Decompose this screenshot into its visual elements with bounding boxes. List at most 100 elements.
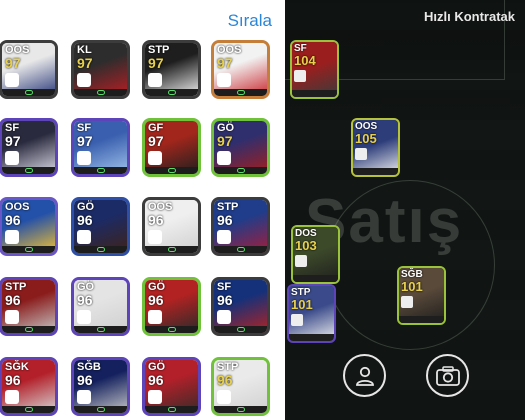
player-rating: 96 xyxy=(217,372,233,388)
player-card[interactable]: SĞK 96 xyxy=(0,357,58,416)
player-card[interactable]: STP 96 xyxy=(211,357,270,416)
player-card[interactable]: OOS 97 xyxy=(211,40,270,99)
player-card[interactable]: KL 97 xyxy=(71,40,130,99)
skill-indicator-icon xyxy=(167,327,176,332)
player-card[interactable]: OOS 96 xyxy=(0,197,58,256)
card-footer xyxy=(74,406,127,413)
club-badge-icon xyxy=(217,151,231,165)
club-badge-icon xyxy=(77,73,91,87)
quick-contract-button[interactable]: Hızlı Kontratak xyxy=(424,9,515,24)
club-badge-icon xyxy=(148,230,162,244)
card-footer xyxy=(214,89,267,96)
card-footer xyxy=(293,275,338,282)
player-rating: 97 xyxy=(5,133,21,149)
player-card[interactable]: OOS 97 xyxy=(0,40,58,99)
player-rating: 103 xyxy=(295,238,317,253)
player-card[interactable]: GÖ 96 xyxy=(142,277,201,336)
player-card[interactable]: SF 96 xyxy=(211,277,270,336)
card-footer xyxy=(74,167,127,174)
player-rating: 97 xyxy=(77,55,93,71)
player-rating: 96 xyxy=(5,212,21,228)
player-card[interactable]: STP 96 xyxy=(0,277,58,336)
field-player-card[interactable]: DOS 103 xyxy=(291,225,340,284)
club-badge-icon xyxy=(401,296,413,308)
card-footer xyxy=(145,89,198,96)
club-badge-icon xyxy=(5,151,19,165)
player-rating: 97 xyxy=(217,55,233,71)
sort-button[interactable]: Sırala xyxy=(228,11,272,31)
player-card[interactable]: GÖ 96 xyxy=(71,277,130,336)
card-footer xyxy=(214,326,267,333)
player-rating: 96 xyxy=(77,292,93,308)
skill-indicator-icon xyxy=(96,90,105,95)
card-footer xyxy=(353,168,398,175)
field-player-card[interactable]: SĞB 101 xyxy=(397,266,446,325)
card-footer xyxy=(2,246,55,253)
player-rating: 96 xyxy=(5,292,21,308)
camera-button[interactable] xyxy=(426,354,469,397)
player-rating: 96 xyxy=(77,212,93,228)
player-card[interactable]: SĞB 96 xyxy=(71,357,130,416)
player-rating: 96 xyxy=(77,372,93,388)
club-badge-icon xyxy=(355,148,367,160)
player-card[interactable]: STP 97 xyxy=(142,40,201,99)
club-badge-icon xyxy=(217,310,231,324)
club-badge-icon xyxy=(295,255,307,267)
card-footer xyxy=(145,246,198,253)
card-footer xyxy=(145,167,198,174)
skill-indicator-icon xyxy=(236,327,245,332)
player-rating: 96 xyxy=(5,372,21,388)
pitch-panel: Satış Hızlı Kontratak SF 104 OOS 105 DOS 103 S… xyxy=(285,0,525,420)
skill-indicator-icon xyxy=(96,247,105,252)
card-footer xyxy=(399,316,444,323)
player-rating: 96 xyxy=(148,212,164,228)
player-card[interactable]: GÖ 96 xyxy=(142,357,201,416)
camera-icon xyxy=(435,365,460,386)
player-rating: 96 xyxy=(217,212,233,228)
card-footer xyxy=(214,167,267,174)
club-badge-icon xyxy=(148,310,162,324)
card-footer xyxy=(2,167,55,174)
club-badge-icon xyxy=(217,230,231,244)
skill-indicator-icon xyxy=(24,90,33,95)
player-card[interactable]: SF 97 xyxy=(0,118,58,177)
player-card[interactable]: STP 96 xyxy=(211,197,270,256)
field-player-card[interactable]: SF 104 xyxy=(290,40,339,99)
skill-indicator-icon xyxy=(96,168,105,173)
skill-indicator-icon xyxy=(24,407,33,412)
card-footer xyxy=(2,406,55,413)
player-rating: 97 xyxy=(77,133,93,149)
skill-indicator-icon xyxy=(24,168,33,173)
player-card[interactable]: GF 97 xyxy=(142,118,201,177)
player-rating: 97 xyxy=(148,133,164,149)
player-card[interactable]: GÖ 96 xyxy=(71,197,130,256)
player-selection-panel: Sırala OOS 97 KL 97 STP 97 OOS 97 SF 97 SF 97 GF 97 GÖ… xyxy=(0,0,285,420)
player-rating: 101 xyxy=(401,279,423,294)
club-badge-icon xyxy=(5,73,19,87)
skill-indicator-icon xyxy=(96,407,105,412)
player-rating: 104 xyxy=(294,53,316,68)
player-card[interactable]: OOS 96 xyxy=(142,197,201,256)
field-player-card[interactable]: OOS 105 xyxy=(351,118,400,177)
player-rating: 96 xyxy=(148,372,164,388)
card-footer xyxy=(214,406,267,413)
card-footer xyxy=(145,326,198,333)
player-rating: 97 xyxy=(5,55,21,71)
player-card[interactable]: GÖ 97 xyxy=(211,118,270,177)
skill-indicator-icon xyxy=(167,407,176,412)
skill-indicator-icon xyxy=(24,327,33,332)
club-badge-icon xyxy=(5,230,19,244)
club-badge-icon xyxy=(294,70,306,82)
club-badge-icon xyxy=(291,314,303,326)
skill-indicator-icon xyxy=(236,168,245,173)
club-badge-icon xyxy=(148,73,162,87)
skill-indicator-icon xyxy=(236,247,245,252)
profile-button[interactable] xyxy=(343,354,386,397)
player-rating: 101 xyxy=(291,297,313,312)
player-card[interactable]: SF 97 xyxy=(71,118,130,177)
skill-indicator-icon xyxy=(167,168,176,173)
field-player-card[interactable]: STP 101 xyxy=(287,284,336,343)
player-rating: 96 xyxy=(217,292,233,308)
skill-indicator-icon xyxy=(167,247,176,252)
club-badge-icon xyxy=(217,73,231,87)
